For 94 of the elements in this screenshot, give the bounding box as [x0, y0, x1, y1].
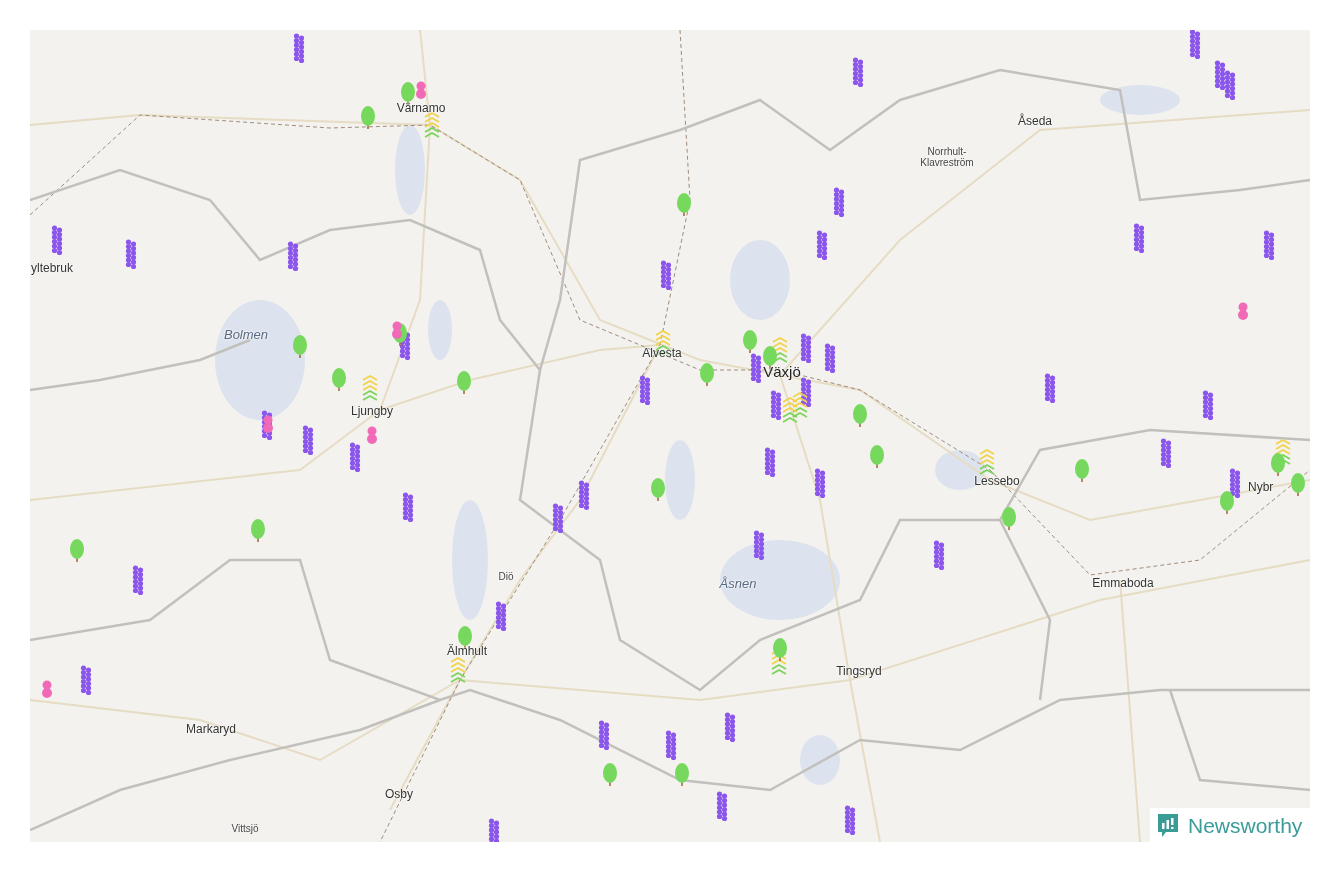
place-label: Vittsjö [230, 822, 260, 834]
tree-marker-icon[interactable] [870, 445, 884, 468]
tree-marker-icon[interactable] [1271, 453, 1285, 476]
flower-marker-icon[interactable] [495, 601, 507, 632]
tree-marker-icon[interactable] [293, 335, 307, 358]
flower-marker-icon[interactable] [1202, 390, 1214, 421]
place-label: Emmaboda [1092, 575, 1154, 592]
place-label: Ljungby [351, 403, 393, 420]
tree-marker-icon[interactable] [1075, 459, 1089, 482]
flower-marker-icon[interactable] [488, 818, 500, 842]
pin-marker-icon[interactable] [416, 81, 426, 99]
tree-marker-icon[interactable] [1291, 473, 1305, 496]
flower-marker-icon[interactable] [287, 241, 299, 272]
place-label: Alvesta [642, 345, 682, 362]
place-label: yltebruk [31, 260, 74, 277]
fern-marker-icon[interactable] [450, 656, 466, 683]
flower-marker-icon[interactable] [933, 540, 945, 571]
flower-marker-icon[interactable] [816, 230, 828, 261]
flower-marker-icon[interactable] [1160, 438, 1172, 469]
place-label: Norrhult-Klavreström [919, 146, 975, 168]
flower-marker-icon[interactable] [660, 260, 672, 291]
flower-marker-icon[interactable] [750, 353, 762, 384]
flower-marker-icon[interactable] [753, 530, 765, 561]
tree-marker-icon[interactable] [853, 404, 867, 427]
fern-marker-icon[interactable] [362, 374, 378, 401]
lake-label: Bolmen [223, 326, 269, 345]
tree-marker-icon[interactable] [1002, 507, 1016, 530]
flower-marker-icon[interactable] [724, 712, 736, 743]
place-label: Värnamo [396, 100, 446, 117]
flower-marker-icon[interactable] [716, 791, 728, 822]
flower-marker-icon[interactable] [639, 375, 651, 406]
flower-marker-icon[interactable] [833, 187, 845, 218]
flower-marker-icon[interactable] [578, 480, 590, 511]
place-label: Åseda [1018, 112, 1052, 130]
tree-marker-icon[interactable] [675, 763, 689, 786]
flower-marker-icon[interactable] [1189, 30, 1201, 60]
place-label: Markaryd [186, 721, 236, 738]
place-label: Nybr [1248, 479, 1274, 496]
flower-marker-icon[interactable] [1263, 230, 1275, 261]
pin-marker-icon[interactable] [367, 426, 377, 444]
pin-marker-icon[interactable] [42, 680, 52, 698]
flower-marker-icon[interactable] [1044, 373, 1056, 404]
flower-marker-icon[interactable] [552, 503, 564, 534]
tree-marker-icon[interactable] [361, 106, 375, 129]
tree-marker-icon[interactable] [251, 519, 265, 542]
flower-marker-icon[interactable] [402, 492, 414, 523]
tree-marker-icon[interactable] [603, 763, 617, 786]
tree-marker-icon[interactable] [773, 638, 787, 661]
flower-marker-icon[interactable] [125, 239, 137, 270]
fern-marker-icon[interactable] [792, 391, 808, 418]
flower-marker-icon[interactable] [1224, 70, 1236, 101]
flower-marker-icon[interactable] [51, 225, 63, 256]
place-label: Tingsryd [836, 663, 882, 680]
pin-marker-icon[interactable] [1238, 302, 1248, 320]
tree-marker-icon[interactable] [677, 193, 691, 216]
flower-marker-icon[interactable] [770, 390, 782, 421]
lake-label: Åsnen [719, 575, 757, 594]
fern-marker-icon[interactable] [782, 396, 798, 423]
flower-marker-icon[interactable] [132, 565, 144, 596]
flower-marker-icon[interactable] [1133, 223, 1145, 254]
flower-marker-icon[interactable] [824, 343, 836, 374]
logo-icon [1156, 812, 1180, 838]
tree-marker-icon[interactable] [70, 539, 84, 562]
tree-marker-icon[interactable] [700, 363, 714, 386]
flower-marker-icon[interactable] [80, 665, 92, 696]
flower-marker-icon[interactable] [844, 805, 856, 836]
flower-marker-icon[interactable] [665, 730, 677, 761]
flower-marker-icon[interactable] [800, 333, 812, 364]
tree-marker-icon[interactable] [457, 371, 471, 394]
flower-marker-icon[interactable] [1214, 60, 1226, 91]
flower-marker-icon[interactable] [598, 720, 610, 751]
fern-marker-icon[interactable] [424, 111, 440, 138]
tree-marker-icon[interactable] [743, 330, 757, 353]
flower-marker-icon[interactable] [1229, 468, 1241, 499]
flower-marker-icon[interactable] [349, 442, 361, 473]
fern-marker-icon[interactable] [979, 448, 995, 475]
flower-marker-icon[interactable] [800, 377, 812, 408]
flower-marker-icon[interactable] [293, 33, 305, 64]
flower-marker-icon[interactable] [814, 468, 826, 499]
place-label: Växjö [763, 361, 801, 382]
tree-marker-icon[interactable] [651, 478, 665, 501]
tree-marker-icon[interactable] [1220, 491, 1234, 514]
place-label: Älmhult [447, 643, 487, 660]
pin-marker-icon[interactable] [392, 321, 402, 339]
place-label: Lessebo [974, 473, 1020, 490]
pin-marker-icon[interactable] [263, 415, 273, 433]
flower-marker-icon[interactable] [764, 447, 776, 478]
logo-text: Newsworthy [1188, 814, 1303, 836]
flower-marker-icon[interactable] [852, 57, 864, 88]
flower-marker-icon[interactable] [302, 425, 314, 456]
place-label: Diö [497, 570, 515, 582]
place-label: Osby [385, 786, 413, 803]
tree-marker-icon[interactable] [332, 368, 346, 391]
map[interactable]: Värnamo Åseda Norrhult-Klavreström yltebruk Bolmen Alvesta Växjö Ljungby Lessebo Nybr Diö Åsnen Emmaboda Älmhult Tingsryd Markaryd Osby Vittsjö Newsworthy [30, 30, 1310, 842]
